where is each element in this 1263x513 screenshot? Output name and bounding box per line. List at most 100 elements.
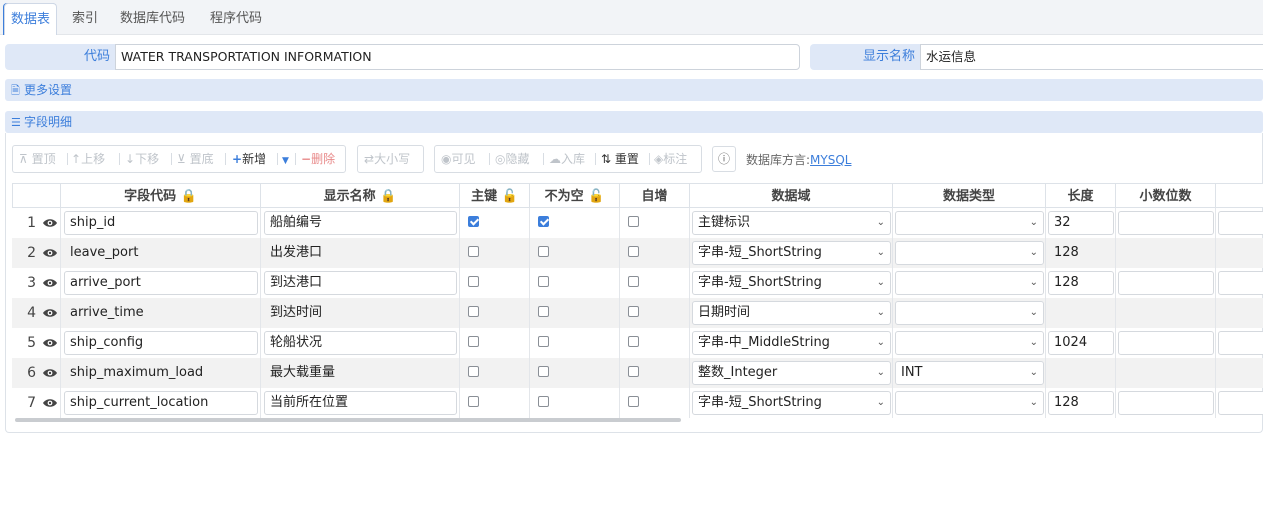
not-null-checkbox[interactable]: [538, 396, 549, 407]
auto-increment-checkbox[interactable]: [628, 396, 639, 407]
header-data-domain[interactable]: 数据域: [690, 183, 893, 208]
display-name-input[interactable]: 最大载重量: [264, 361, 457, 385]
hide-button[interactable]: ◎隐藏: [495, 151, 530, 167]
data-type-select[interactable]: ⌄: [895, 271, 1044, 295]
decimal-places-input[interactable]: [1118, 391, 1214, 415]
header-primary-key[interactable]: 主键 🔓: [460, 183, 530, 208]
length-input[interactable]: [1048, 361, 1114, 385]
more-settings-section[interactable]: 🗎 更多设置: [5, 79, 1263, 101]
decimal-places-input[interactable]: [1118, 361, 1214, 385]
header-decimal-places[interactable]: 小数位数: [1116, 183, 1216, 208]
length-input[interactable]: 128: [1048, 241, 1114, 265]
primary-key-checkbox[interactable]: [468, 336, 479, 347]
delete-button[interactable]: −删除: [301, 151, 335, 167]
extra-input[interactable]: [1218, 391, 1263, 415]
primary-key-checkbox[interactable]: [468, 366, 479, 377]
extra-input[interactable]: [1218, 331, 1263, 355]
not-null-checkbox[interactable]: [538, 216, 549, 227]
field-code-input[interactable]: arrive_port: [64, 271, 258, 295]
primary-key-checkbox[interactable]: [468, 216, 479, 227]
decimal-places-input[interactable]: [1118, 301, 1214, 325]
data-type-select[interactable]: ⌄: [895, 301, 1044, 325]
data-type-select[interactable]: ⌄: [895, 391, 1044, 415]
top-button[interactable]: ⊼ 置顶: [19, 151, 56, 167]
length-input[interactable]: [1048, 301, 1114, 325]
auto-increment-checkbox[interactable]: [628, 366, 639, 377]
display-name-input[interactable]: 水运信息: [920, 44, 1263, 70]
field-code-input[interactable]: ship_config: [64, 331, 258, 355]
decimal-places-input[interactable]: [1118, 271, 1214, 295]
tab-data-table[interactable]: 数据表: [4, 3, 58, 35]
field-code-input[interactable]: arrive_time: [64, 301, 258, 325]
decimal-places-input[interactable]: [1118, 211, 1214, 235]
dialect-link[interactable]: MYSQL: [810, 153, 851, 167]
decimal-places-input[interactable]: [1118, 241, 1214, 265]
extra-input[interactable]: [1218, 271, 1263, 295]
header-display-name[interactable]: 显示名称 🔒: [261, 183, 460, 208]
data-type-select[interactable]: ⌄: [895, 331, 1044, 355]
header-not-null[interactable]: 不为空 🔓: [530, 183, 620, 208]
data-domain-select[interactable]: 字串-短_ShortString ⌄: [692, 391, 891, 415]
auto-increment-checkbox[interactable]: [628, 276, 639, 287]
visible-button[interactable]: ◉可见: [441, 151, 476, 167]
display-name-input[interactable]: 船舶编号: [264, 211, 457, 235]
extra-input[interactable]: [1218, 361, 1263, 385]
eye-icon[interactable]: [42, 365, 58, 381]
field-code-input[interactable]: ship_id: [64, 211, 258, 235]
data-type-select[interactable]: ⌄: [895, 241, 1044, 265]
display-name-input[interactable]: 到达时间: [264, 301, 457, 325]
data-domain-select[interactable]: 日期时间 ⌄: [692, 301, 891, 325]
primary-key-checkbox[interactable]: [468, 246, 479, 257]
data-domain-select[interactable]: 字串-短_ShortString ⌄: [692, 241, 891, 265]
data-domain-select[interactable]: 主键标识 ⌄: [692, 211, 891, 235]
length-input[interactable]: 128: [1048, 391, 1114, 415]
horizontal-scrollbar[interactable]: [15, 418, 681, 422]
display-name-input[interactable]: 当前所在位置: [264, 391, 457, 415]
not-null-checkbox[interactable]: [538, 336, 549, 347]
not-null-checkbox[interactable]: [538, 306, 549, 317]
length-input[interactable]: 1024: [1048, 331, 1114, 355]
field-code-input[interactable]: ship_current_location: [64, 391, 258, 415]
mark-button[interactable]: ◈标注: [654, 151, 687, 167]
info-button[interactable]: ⓘ: [712, 146, 736, 172]
reset-button[interactable]: ⇅ 重置: [601, 151, 639, 167]
auto-increment-checkbox[interactable]: [628, 216, 639, 227]
eye-icon[interactable]: [42, 275, 58, 291]
tab-index[interactable]: 索引: [72, 3, 98, 35]
case-button[interactable]: ⇄大小写: [364, 151, 410, 167]
decimal-places-input[interactable]: [1118, 331, 1214, 355]
data-domain-select[interactable]: 字串-中_MiddleString ⌄: [692, 331, 891, 355]
primary-key-checkbox[interactable]: [468, 276, 479, 287]
auto-increment-checkbox[interactable]: [628, 336, 639, 347]
field-code-input[interactable]: ship_maximum_load: [64, 361, 258, 385]
extra-input[interactable]: [1218, 241, 1263, 265]
add-button[interactable]: +新增: [232, 151, 266, 167]
not-null-checkbox[interactable]: [538, 246, 549, 257]
add-dropdown-button[interactable]: ▼: [282, 153, 289, 169]
tab-program-code[interactable]: 程序代码: [210, 3, 262, 35]
data-type-select[interactable]: INT ⌄: [895, 361, 1044, 385]
field-details-section[interactable]: ☰ 字段明细: [5, 111, 1263, 133]
not-null-checkbox[interactable]: [538, 366, 549, 377]
display-name-input[interactable]: 到达港口: [264, 271, 457, 295]
bottom-button[interactable]: ⊻ 置底: [177, 151, 214, 167]
primary-key-checkbox[interactable]: [468, 396, 479, 407]
eye-icon[interactable]: [42, 305, 58, 321]
move-down-button[interactable]: ↓下移: [125, 151, 159, 167]
move-up-button[interactable]: ↑上移: [71, 151, 105, 167]
extra-input[interactable]: [1218, 211, 1263, 235]
extra-input[interactable]: [1218, 301, 1263, 325]
display-name-input[interactable]: 轮船状况: [264, 331, 457, 355]
not-null-checkbox[interactable]: [538, 276, 549, 287]
eye-icon[interactable]: [42, 245, 58, 261]
auto-increment-checkbox[interactable]: [628, 246, 639, 257]
field-code-input[interactable]: leave_port: [64, 241, 258, 265]
length-input[interactable]: 32: [1048, 211, 1114, 235]
header-data-type[interactable]: 数据类型: [893, 183, 1046, 208]
data-domain-select[interactable]: 整数_Integer ⌄: [692, 361, 891, 385]
data-type-select[interactable]: ⌄: [895, 211, 1044, 235]
eye-icon[interactable]: [42, 335, 58, 351]
eye-icon[interactable]: [42, 395, 58, 411]
length-input[interactable]: 128: [1048, 271, 1114, 295]
primary-key-checkbox[interactable]: [468, 306, 479, 317]
